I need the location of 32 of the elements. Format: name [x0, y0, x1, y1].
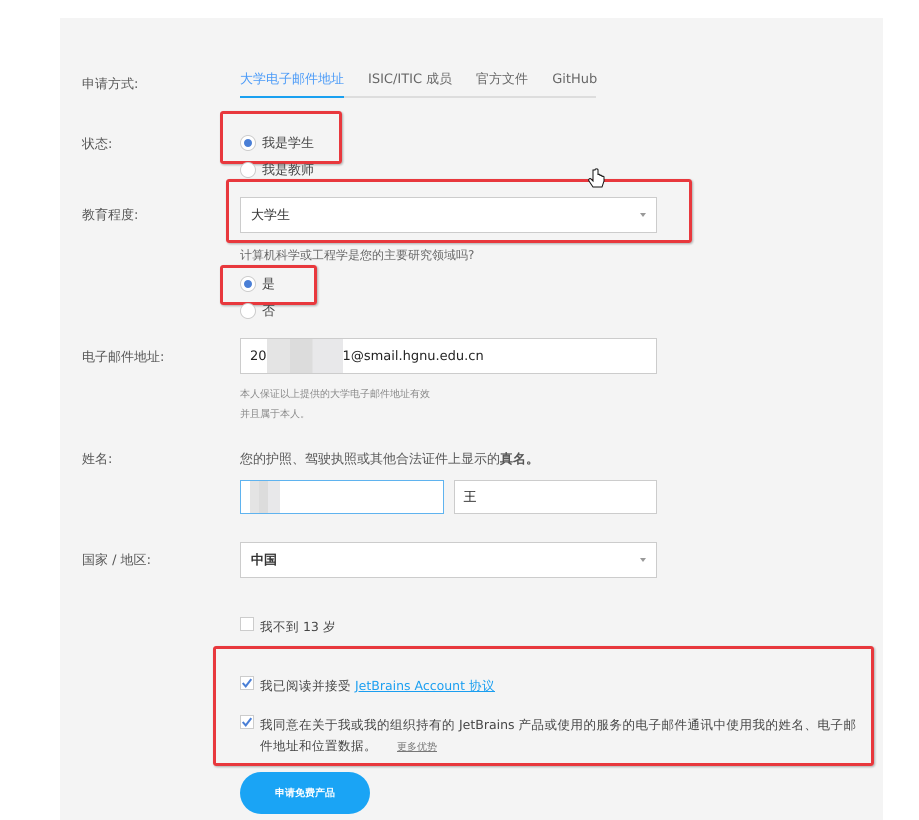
field-label: 教育程度:	[82, 206, 140, 224]
tab[interactable]: GitHub	[552, 70, 598, 98]
checkbox[interactable]	[240, 617, 254, 631]
hint-text: 您的护照、驾驶执照或其他合法证件上显示的真名。	[240, 451, 540, 468]
pointer-cursor-icon	[588, 168, 606, 190]
first-name-field[interactable]	[240, 480, 444, 514]
agreement-link[interactable]: 更多优势	[397, 742, 437, 753]
radio-option[interactable]: 我是教师	[240, 156, 314, 183]
hint-text: 本人保证以上提供的大学电子邮件地址有效	[240, 389, 430, 400]
field-label: 姓名:	[82, 451, 114, 468]
checkbox[interactable]	[240, 715, 254, 729]
country-select[interactable]: 中国	[240, 542, 657, 578]
email-field[interactable]: 20 1@smail.hgnu.edu.cn	[240, 338, 657, 374]
checkbox[interactable]	[240, 676, 254, 690]
tab[interactable]: 官方文件	[476, 70, 528, 98]
field-label: 国家 / 地区:	[82, 552, 152, 569]
radio-option[interactable]: 我是学生	[240, 129, 314, 156]
caret-icon	[640, 213, 646, 217]
tab[interactable]: ISIC/ITIC 成员	[368, 70, 452, 98]
education-select[interactable]: 大学生	[240, 197, 657, 233]
checkbox-row[interactable]: 我不到 13 岁	[240, 616, 657, 637]
agreement-text: 我已阅读并接受 JetBrains Account 协议	[260, 677, 495, 695]
last-name-field[interactable]: 王	[454, 480, 657, 514]
agreement-text: 我同意在关于我或我的组织持有的 JetBrains 产品或使用的服务的电子邮件通讯中使用我的姓名、电子邮件地址和位置数据。 更多优势	[260, 716, 858, 755]
field-label: 申请方式:	[82, 76, 140, 93]
radio-option[interactable]: 是	[240, 270, 275, 297]
question-text: 计算机科学或工程学是您的主要研究领域吗?	[240, 247, 476, 264]
field-label: 状态:	[82, 136, 114, 153]
hint-text: 并且属于本人。	[240, 409, 310, 420]
field-label: 电子邮件地址:	[82, 349, 166, 366]
caret-icon	[640, 558, 646, 562]
radio-option[interactable]: 否	[240, 297, 275, 324]
